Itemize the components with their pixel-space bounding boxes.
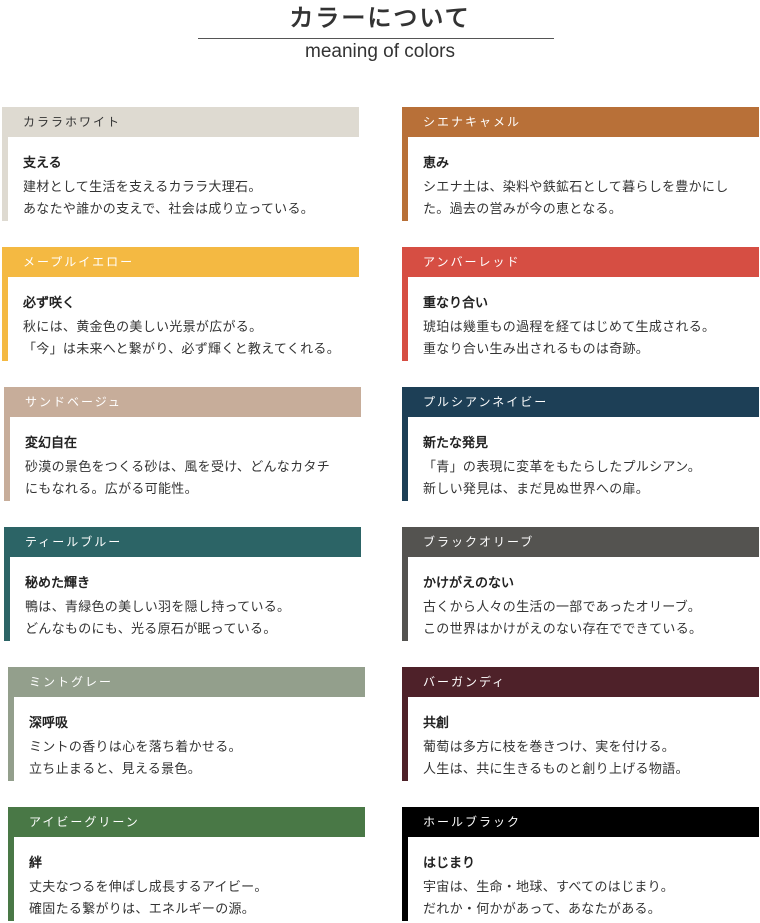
color-description-line: 砂漠の景色をつくる砂は、風を受け、どんなカタチ: [25, 460, 330, 475]
color-meaning-title: 支える: [23, 156, 62, 171]
color-stripe: [4, 417, 10, 501]
color-description-line: 「青」の表現に変革をもたらしたプルシアン。: [423, 460, 702, 475]
color-card: ホールブラック はじまり 宇宙は、生命・地球、すべてのはじまり。 だれか・何かが…: [402, 807, 759, 923]
color-stripe: [402, 417, 408, 501]
color-name-bar: アイビーグリーン: [8, 807, 365, 837]
color-meaning-title: 絆: [29, 856, 43, 871]
color-name-bar: メープルイエロー: [2, 247, 359, 277]
color-stripe: [402, 137, 408, 221]
color-description-line: シエナ土は、染料や鉄鉱石として暮らしを豊かにし: [423, 180, 729, 195]
color-name-bar: サンドベージュ: [4, 387, 361, 417]
color-description-line: 丈夫なつるを伸ばし成長するアイビー。: [29, 880, 268, 895]
color-description-line: 秋には、黄金色の美しい光景が広がる。: [23, 320, 263, 335]
color-description-line: あなたや誰かの支えで、社会は成り立っている。: [23, 202, 315, 217]
color-description-line: 新しい発見は、まだ見ぬ世界への扉。: [423, 482, 650, 497]
color-name-bar: ホールブラック: [402, 807, 759, 837]
color-description-line: 人生は、共に生きるものと創り上げる物語。: [423, 762, 689, 777]
color-stripe: [402, 557, 408, 641]
color-description-line: 葡萄は多方に枝を巻きつけ、実を付ける。: [423, 740, 676, 755]
color-card: アイビーグリーン 絆 丈夫なつるを伸ばし成長するアイビー。 確固たる繋がりは、エ…: [8, 807, 365, 923]
color-stripe: [4, 557, 10, 641]
color-description-line: にもなれる。広がる可能性。: [25, 482, 198, 497]
color-card: ブラックオリーブ かけがえのない 古くから人々の生活の一部であったオリーブ。 こ…: [402, 527, 759, 643]
color-description-line: ミントの香りは心を落ち着かせる。: [29, 740, 242, 755]
color-meaning-title: かけがえのない: [423, 576, 515, 591]
color-stripe: [402, 837, 408, 921]
color-description-line: 建材として生活を支えるカララ大理石。: [23, 180, 262, 195]
color-name-bar: カララホワイト: [2, 107, 359, 137]
color-description-line: 重なり合い生み出されるものは奇跡。: [423, 342, 650, 357]
page-title: カラーについて: [289, 3, 471, 32]
color-name-bar: ティールブルー: [4, 527, 361, 557]
color-meaning-title: 必ず咲く: [23, 296, 76, 311]
color-card: バーガンディ 共創 葡萄は多方に枝を巻きつけ、実を付ける。 人生は、共に生きるも…: [402, 667, 759, 783]
color-description-line: 古くから人々の生活の一部であったオリーブ。: [423, 600, 702, 615]
color-card: アンバーレッド 重なり合い 琥珀は幾重もの過程を経てはじめて生成される。 重なり…: [402, 247, 759, 363]
color-card: ミントグレー 深呼吸 ミントの香りは心を落ち着かせる。 立ち止まると、見える景色…: [8, 667, 365, 783]
color-meaning-title: 恵み: [423, 156, 450, 171]
color-description-line: た。過去の営みが今の恵となる。: [423, 202, 623, 217]
color-meaning-title: 変幻自在: [25, 436, 78, 451]
title-divider: [198, 38, 554, 39]
color-description-line: 「今」は未来へと繋がり、必ず輝くと教えてくれる。: [23, 342, 340, 357]
color-card: ティールブルー 秘めた輝き 鴨は、青緑色の美しい羽を隠し持っている。 どんなもの…: [4, 527, 361, 643]
color-name-bar: バーガンディ: [402, 667, 759, 697]
color-name-bar: シエナキャメル: [402, 107, 759, 137]
color-meaning-title: 新たな発見: [423, 436, 489, 451]
color-card: プルシアンネイビー 新たな発見 「青」の表現に変革をもたらしたプルシアン。 新し…: [402, 387, 759, 503]
color-stripe: [402, 697, 408, 781]
color-description-line: この世界はかけがえのない存在でできている。: [423, 622, 703, 637]
color-stripe: [2, 277, 8, 361]
color-name-bar: アンバーレッド: [402, 247, 759, 277]
page-subtitle: meaning of colors: [305, 41, 455, 62]
color-stripe: [2, 137, 8, 221]
color-name-bar: ブラックオリーブ: [402, 527, 759, 557]
color-meaning-title: はじまり: [423, 856, 476, 871]
color-card: メープルイエロー 必ず咲く 秋には、黄金色の美しい光景が広がる。 「今」は未来へ…: [2, 247, 359, 363]
color-card: カララホワイト 支える 建材として生活を支えるカララ大理石。 あなたや誰かの支え…: [2, 107, 359, 223]
color-meaning-title: 秘めた輝き: [25, 576, 91, 591]
color-card: サンドベージュ 変幻自在 砂漠の景色をつくる砂は、風を受け、どんなカタチ にもな…: [4, 387, 361, 503]
color-description-line: 確固たる繋がりは、エネルギーの源。: [29, 902, 256, 917]
color-description-line: どんなものにも、光る原石が眠っている。: [25, 622, 277, 637]
color-description-line: 宇宙は、生命・地球、すべてのはじまり。: [423, 880, 675, 895]
color-stripe: [8, 837, 14, 921]
color-name-bar: プルシアンネイビー: [402, 387, 759, 417]
color-card: シエナキャメル 恵み シエナ土は、染料や鉄鉱石として暮らしを豊かにし た。過去の…: [402, 107, 759, 223]
color-name-bar: ミントグレー: [8, 667, 365, 697]
color-description-line: 琥珀は幾重もの過程を経てはじめて生成される。: [423, 320, 716, 335]
color-description-line: 立ち止まると、見える景色。: [29, 762, 201, 777]
color-description-line: 鴨は、青緑色の美しい羽を隠し持っている。: [25, 600, 291, 615]
color-stripe: [402, 277, 408, 361]
color-description-line: だれか・何かがあって、あなたがある。: [423, 902, 662, 917]
color-stripe: [8, 697, 14, 781]
color-meaning-title: 深呼吸: [29, 716, 69, 731]
color-meaning-title: 共創: [423, 716, 450, 731]
color-meaning-title: 重なり合い: [423, 296, 489, 311]
